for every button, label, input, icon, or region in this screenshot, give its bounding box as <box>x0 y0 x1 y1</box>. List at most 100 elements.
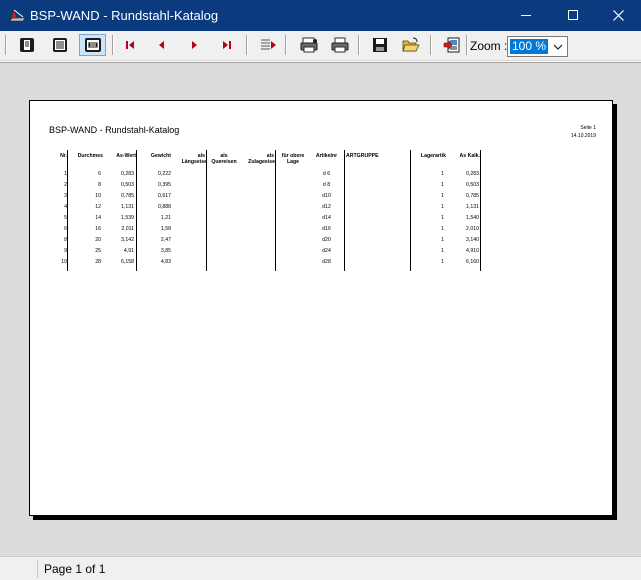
report-page: BSP-WAND - Rundstahl-Katalog Seite 1 14.… <box>29 100 613 516</box>
cell-durchmes: 12 <box>95 204 101 210</box>
minimize-button[interactable] <box>503 0 549 31</box>
cell-durchmes: 25 <box>95 248 101 254</box>
report-page-number: Seite 1 <box>580 125 596 131</box>
column-divider <box>410 150 411 271</box>
goto-page-icon <box>261 39 276 50</box>
cell-gewicht: 0,395 <box>158 182 171 188</box>
cell-as-kalk: 0,785 <box>466 193 479 199</box>
zoom-value: 100 % <box>510 39 549 54</box>
cell-lagerartik: 1 <box>441 193 444 199</box>
app-icon <box>8 7 26 23</box>
header-nr: Nr. <box>60 153 67 159</box>
cell-durchmes: 28 <box>95 259 101 265</box>
multi-page-button[interactable] <box>48 34 72 56</box>
cell-gewicht: 1,21 <box>160 215 171 221</box>
open-icon <box>402 37 420 52</box>
print-button[interactable] <box>328 34 352 56</box>
cell-artikelnr: d 8 <box>322 182 331 188</box>
header-as-wert: As-Wert <box>116 153 136 159</box>
cell-gewicht: 1,58 <box>160 226 171 232</box>
cell-durchmes: 10 <box>95 193 101 199</box>
next-page-button[interactable] <box>182 34 206 56</box>
status-pane <box>0 560 38 578</box>
zoom-select[interactable]: 100 % <box>507 36 568 57</box>
cell-lagerartik: 1 <box>441 226 444 232</box>
header-als-zulageeise-2: Zulageeise <box>248 159 275 165</box>
cell-nr: 5 <box>64 215 67 221</box>
print-setup-button[interactable] <box>297 34 321 56</box>
cell-as-wert: 1,131 <box>121 204 134 210</box>
header-lagerartik: Lagerartik <box>420 153 446 159</box>
cell-artikelnr: d16 <box>322 226 331 232</box>
cell-as-wert: 4,91 <box>123 248 134 254</box>
cell-durchmes: 16 <box>95 226 101 232</box>
single-page-button[interactable] <box>15 34 39 56</box>
report-title: BSP-WAND - Rundstahl-Katalog <box>49 125 180 135</box>
toolbar-separator <box>246 35 248 55</box>
prev-page-icon <box>159 41 164 49</box>
first-page-icon <box>126 41 134 49</box>
multi-page-icon <box>53 38 67 52</box>
header-als-quereisen-2: Quereisen <box>211 159 237 165</box>
cell-as-kalk: 0,283 <box>466 171 479 177</box>
cell-artikelnr: d10 <box>322 193 331 199</box>
cell-durchmes: 8 <box>98 182 101 188</box>
cell-as-wert: 6,158 <box>121 259 134 265</box>
window-title: BSP-WAND - Rundstahl-Katalog <box>30 8 219 23</box>
cell-as-wert: 1,539 <box>121 215 134 221</box>
cell-as-wert: 2,011 <box>121 226 134 232</box>
cell-as-kalk: 6,160 <box>466 259 479 265</box>
toolbar-separator <box>112 35 114 55</box>
cell-lagerartik: 1 <box>441 248 444 254</box>
cell-lagerartik: 1 <box>441 171 444 177</box>
preview-area[interactable]: BSP-WAND - Rundstahl-Katalog Seite 1 14.… <box>0 62 641 556</box>
prev-page-button[interactable] <box>150 34 174 56</box>
print-icon <box>331 37 349 53</box>
cell-as-wert: 0,283 <box>121 171 134 177</box>
cell-nr: 2 <box>64 182 67 188</box>
cell-gewicht: 4,83 <box>160 259 171 265</box>
toolbar-separator <box>466 35 468 55</box>
cell-gewicht: 2,47 <box>160 237 171 243</box>
cell-lagerartik: 1 <box>441 215 444 221</box>
cell-as-kalk: 1,131 <box>466 204 479 210</box>
status-bar: Page 1 of 1 <box>0 556 641 580</box>
cell-durchmes: 14 <box>95 215 101 221</box>
goto-page-button[interactable] <box>256 34 280 56</box>
cell-artikelnr: d28 <box>322 259 331 265</box>
close-button[interactable] <box>595 0 641 31</box>
column-divider <box>344 150 345 271</box>
toolbar-separator <box>430 35 432 55</box>
save-button[interactable] <box>368 34 392 56</box>
cell-gewicht: 0,888 <box>158 204 171 210</box>
last-page-icon <box>223 41 231 49</box>
header-fuer-obere-2: Lage <box>286 159 300 165</box>
toolbar-separator <box>285 35 287 55</box>
cell-lagerartik: 1 <box>441 204 444 210</box>
cell-nr: 4 <box>64 204 67 210</box>
cell-as-wert: 3,142 <box>121 237 134 243</box>
cell-nr: 9 <box>64 248 67 254</box>
cell-nr: 10 <box>61 259 67 265</box>
export-button[interactable] <box>440 34 464 56</box>
first-page-button[interactable] <box>118 34 142 56</box>
cell-gewicht: 0,617 <box>158 193 171 199</box>
last-page-button[interactable] <box>215 34 239 56</box>
cell-nr: 3 <box>64 193 67 199</box>
cell-as-kalk: 1,540 <box>466 215 479 221</box>
cell-nr: 8 <box>64 237 67 243</box>
cell-artikelnr: d12 <box>322 204 331 210</box>
page-width-button[interactable] <box>79 34 106 56</box>
header-gewicht: Gewicht <box>150 153 171 159</box>
maximize-button[interactable] <box>550 0 596 31</box>
zoom-label: Zoom : <box>470 39 508 53</box>
cell-as-kalk: 0,503 <box>466 182 479 188</box>
toolbar: Zoom : 100 % <box>0 31 641 61</box>
cell-gewicht: 0,222 <box>158 171 171 177</box>
cell-nr: 6 <box>64 226 67 232</box>
open-button[interactable] <box>399 34 423 56</box>
cell-as-wert: 0,785 <box>121 193 134 199</box>
cell-durchmes: 20 <box>95 237 101 243</box>
cell-lagerartik: 1 <box>441 182 444 188</box>
toolbar-separator <box>358 35 360 55</box>
